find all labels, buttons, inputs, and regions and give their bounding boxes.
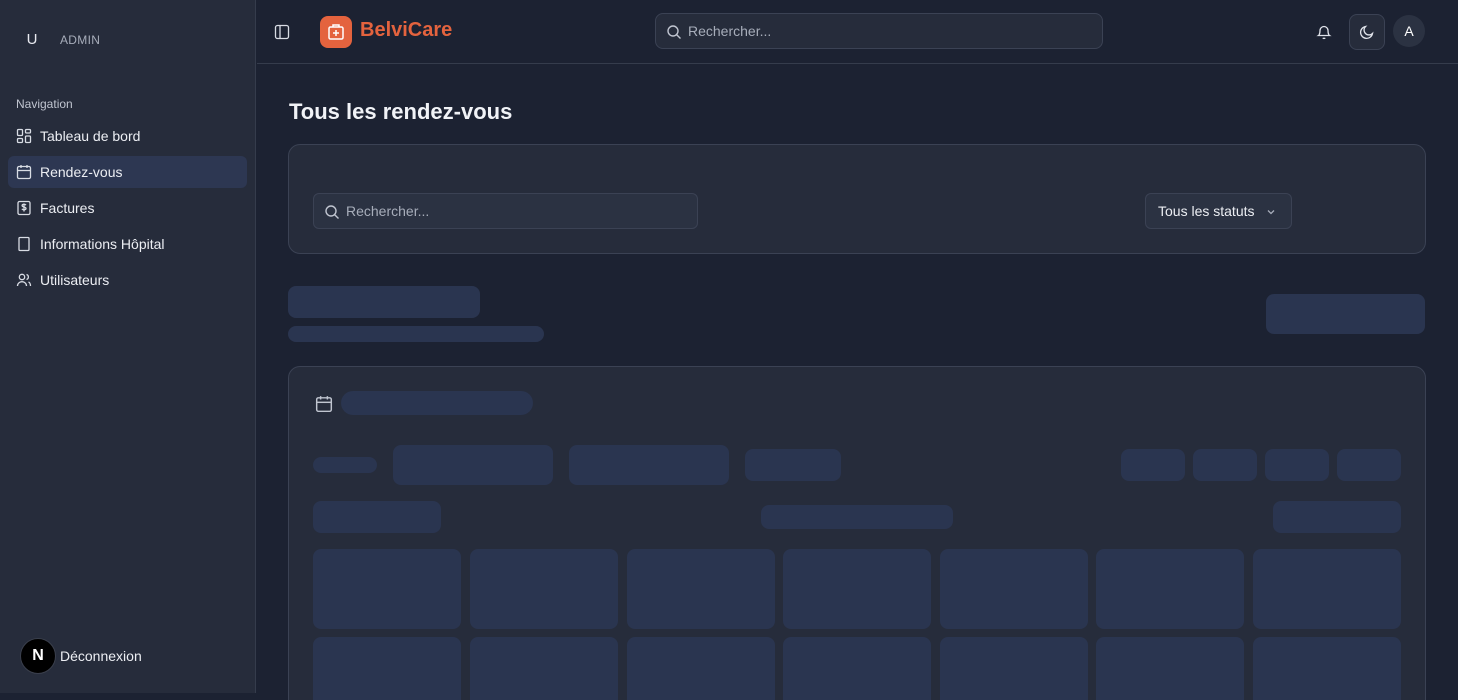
brand-name[interactable]: BelviCare <box>360 19 452 42</box>
skeleton-day-cell <box>627 549 775 629</box>
user-role-label: ADMIN <box>60 33 101 47</box>
invoice-icon <box>17 200 31 216</box>
sidebar-user-avatar[interactable]: U <box>20 28 44 52</box>
skeleton-toolbar-button <box>569 445 729 485</box>
sidebar-item-users[interactable]: Utilisateurs <box>8 264 247 296</box>
sidebar-item-invoices[interactable]: Factures <box>8 192 247 224</box>
logout-button[interactable]: Déconnexion <box>60 648 142 664</box>
skeleton-day-cell <box>313 549 461 629</box>
sidebar-item-label: Informations Hôpital <box>40 236 165 252</box>
skeleton-subheading <box>288 326 544 342</box>
users-icon <box>16 273 32 287</box>
filter-card: Tous les statuts <box>288 144 1426 254</box>
top-header: BelviCare A <box>257 0 1458 64</box>
skeleton-day-cell <box>470 549 618 629</box>
skeleton-toolbar-button <box>745 449 841 481</box>
skeleton-day-cell <box>627 637 775 700</box>
sidebar-item-label: Utilisateurs <box>40 272 110 288</box>
page-title: Tous les rendez-vous <box>289 99 513 124</box>
search-icon <box>667 25 681 39</box>
skeleton-day-cell <box>313 637 461 700</box>
skeleton-action-button <box>1266 294 1425 334</box>
sidebar-item-hospital-info[interactable]: Informations Hôpital <box>8 228 247 260</box>
skeleton-day-cell <box>940 549 1088 629</box>
skeleton-date-label <box>761 505 953 529</box>
skeleton-view-button <box>1337 449 1401 481</box>
skeleton-day-cell <box>1253 637 1401 700</box>
skeleton-day-cell <box>1096 637 1244 700</box>
n-logo: N <box>20 638 56 674</box>
sidebar: U ADMIN Navigation Tableau de bord Rende… <box>0 0 256 693</box>
skeleton-view-button <box>1121 449 1185 481</box>
calendar-icon <box>16 165 32 180</box>
appointment-search-input[interactable] <box>346 194 689 228</box>
appointment-search <box>313 193 698 229</box>
sidebar-item-appointments[interactable]: Rendez-vous <box>8 156 247 188</box>
sidebar-item-label: Tableau de bord <box>40 128 141 144</box>
skeleton-view-button <box>1265 449 1329 481</box>
status-filter-value: Tous les statuts <box>1158 203 1255 219</box>
sidebar-item-label: Rendez-vous <box>40 164 123 180</box>
sidebar-nav: Tableau de bord Rendez-vous Factures Inf… <box>8 120 247 300</box>
brand-logo <box>320 16 352 48</box>
sidebar-toggle-icon[interactable] <box>274 24 290 40</box>
nav-section-label: Navigation <box>16 97 73 111</box>
skeleton-heading <box>288 286 480 318</box>
search-icon <box>325 205 339 219</box>
moon-icon <box>1359 25 1374 40</box>
dashboard-icon <box>16 128 32 144</box>
sidebar-header: U ADMIN <box>0 0 256 78</box>
skeleton-day-cell <box>1253 549 1401 629</box>
skeleton-day-cell <box>783 637 931 700</box>
skeleton-day-cell <box>940 637 1088 700</box>
chevron-down-icon <box>1267 210 1275 215</box>
building-icon <box>18 236 30 252</box>
skeleton-calendar-title <box>341 391 533 415</box>
notification-bell-icon[interactable] <box>1316 24 1332 40</box>
sidebar-footer: N Déconnexion <box>20 638 142 674</box>
global-search-input[interactable] <box>688 14 1094 48</box>
hospital-icon <box>328 24 344 40</box>
skeleton-toolbar-button <box>393 445 553 485</box>
user-avatar[interactable]: A <box>1393 15 1425 47</box>
status-filter-select[interactable]: Tous les statuts <box>1145 193 1292 229</box>
skeleton-nav-button <box>1273 501 1401 533</box>
skeleton-day-cell <box>470 637 618 700</box>
skeleton-nav-button <box>313 501 441 533</box>
skeleton-day-cell <box>783 549 931 629</box>
calendar-card <box>288 366 1426 700</box>
theme-toggle-button[interactable] <box>1349 14 1385 50</box>
calendar-icon <box>315 396 333 413</box>
skeleton-toolbar-label <box>313 457 377 473</box>
sidebar-item-dashboard[interactable]: Tableau de bord <box>8 120 247 152</box>
skeleton-day-cell <box>1096 549 1244 629</box>
global-search <box>655 13 1103 49</box>
skeleton-view-button <box>1193 449 1257 481</box>
sidebar-item-label: Factures <box>40 200 95 216</box>
